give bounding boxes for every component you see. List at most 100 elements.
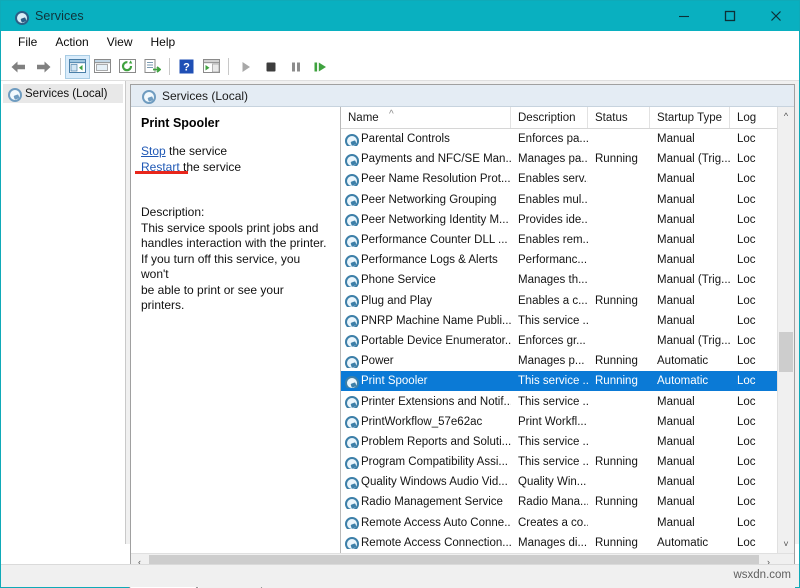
start-service-button[interactable] [233, 55, 258, 79]
cell-log-on-as: Loc [737, 294, 756, 307]
service-name-label: Printer Extensions and Notif... [361, 395, 511, 408]
table-row[interactable]: Performance Logs & Alerts Performanc... Ma… [341, 250, 777, 270]
cell-startup-type: Automatic [657, 355, 709, 368]
menu-view[interactable]: View [98, 34, 142, 50]
cell-log-on-as: Loc [737, 173, 756, 186]
table-row[interactable]: Peer Networking Identity M... Provides id… [341, 210, 777, 230]
cell-startup-type: Manual (Trig... [657, 153, 730, 166]
cell-log-on-as: Loc [737, 314, 756, 327]
column-header-status-label: Status [595, 111, 628, 124]
tree-node-services-local[interactable]: Services (Local) [3, 84, 123, 103]
chevron-up-icon: ^ [389, 109, 394, 120]
column-header-description[interactable]: Description [511, 107, 588, 128]
help-question-icon[interactable]: ? [174, 55, 199, 79]
service-name-label: Payments and NFC/SE Man... [361, 153, 511, 166]
table-row[interactable]: Remote Access Auto Conne... Creates a co.… [341, 513, 777, 533]
cell-name: Phone Service [341, 274, 511, 287]
cell-log-on-as: Loc [737, 153, 756, 166]
show-action-pane-button[interactable] [199, 55, 224, 79]
stop-service-action[interactable]: Stop the service [141, 144, 328, 160]
table-row[interactable]: Quality Windows Audio Vid... Quality Win.… [341, 472, 777, 492]
table-row[interactable]: Program Compatibility Assi... This servic… [341, 452, 777, 472]
service-gear-icon [344, 153, 359, 166]
cell-startup-type: Manual [657, 395, 695, 408]
table-row[interactable]: Printer Extensions and Notif... This serv… [341, 391, 777, 411]
description-line-4: be able to print or see your printers. [141, 282, 284, 313]
cell-startup-type: Manual [657, 314, 695, 327]
scroll-down-icon[interactable]: ˅ [778, 536, 794, 553]
service-gear-icon [344, 193, 359, 207]
service-gear-icon [344, 435, 359, 449]
cell-log-on-as: Loc [737, 536, 756, 549]
cell-status: Running [595, 294, 638, 307]
stop-service-button[interactable] [258, 55, 283, 79]
restart-service-button[interactable] [308, 55, 333, 79]
cell-startup-type: Manual [657, 476, 695, 489]
vertical-scrollbar-thumb[interactable] [779, 332, 793, 372]
properties-window-button[interactable] [90, 55, 115, 79]
vertical-scrollbar[interactable]: ^ ˅ [777, 107, 794, 553]
table-row[interactable]: Phone Service Manages th... Manual (Trig..… [341, 270, 777, 290]
table-row[interactable]: Print Spooler This service ... Running Auto… [341, 371, 777, 392]
minimize-icon[interactable] [661, 1, 707, 31]
table-row[interactable]: Radio Management Service Radio Mana... Run… [341, 492, 777, 512]
menu-bar: File Action View Help [1, 31, 799, 53]
pause-service-button[interactable] [283, 55, 308, 79]
cell-startup-type: Manual [657, 193, 695, 206]
cell-name: Performance Logs & Alerts [341, 254, 511, 267]
cell-status: Running [595, 375, 638, 388]
table-row[interactable]: Portable Device Enumerator... Enforces gr… [341, 331, 777, 351]
maximize-icon[interactable] [707, 1, 753, 31]
cell-log-on-as: Loc [737, 355, 756, 368]
services-gear-icon [141, 89, 156, 104]
cell-startup-type: Manual [657, 456, 695, 469]
cell-log-on-as: Loc [737, 193, 756, 206]
column-header-status[interactable]: Status [588, 107, 650, 128]
back-button[interactable] [6, 55, 31, 79]
menu-help[interactable]: Help [142, 34, 185, 50]
table-row[interactable]: Peer Name Resolution Prot... Enables serv… [341, 169, 777, 189]
table-row[interactable]: PNRP Machine Name Publi... This service .… [341, 311, 777, 331]
close-icon[interactable] [753, 1, 799, 31]
table-row[interactable]: Peer Networking Grouping Enables mul... Ma… [341, 190, 777, 210]
menu-file[interactable]: File [9, 34, 46, 50]
table-row[interactable]: Remote Access Connection... Manages di...… [341, 533, 777, 553]
status-bar: wsxdn.com [1, 564, 799, 587]
tree-node-label: Services (Local) [25, 87, 108, 100]
cell-description: Enforces pa... [518, 133, 588, 146]
cell-startup-type: Manual [657, 133, 695, 146]
scroll-up-icon[interactable]: ^ [778, 107, 794, 124]
menu-action[interactable]: Action [46, 34, 97, 50]
forward-button[interactable] [31, 55, 56, 79]
table-row[interactable]: PrintWorkflow_57e62ac Print Workfl... Manu… [341, 412, 777, 432]
column-header-name[interactable]: Name ^ [341, 107, 511, 128]
cell-name: Peer Networking Identity M... [341, 213, 511, 227]
restart-highlight-annotation [135, 171, 188, 174]
table-row[interactable]: Performance Counter DLL ... Enables rem..… [341, 230, 777, 250]
service-name-label: Performance Logs & Alerts [361, 254, 498, 267]
cell-log-on-as: Loc [737, 415, 756, 428]
cell-name: Program Compatibility Assi... [341, 456, 511, 469]
cell-status: Running [595, 496, 638, 509]
service-name-label: Peer Name Resolution Prot... [361, 173, 511, 186]
cell-startup-type: Manual [657, 496, 695, 509]
cell-name: Power [341, 355, 511, 368]
column-header-log-on-as[interactable]: Log [730, 107, 770, 128]
window-title: Services [35, 9, 84, 23]
table-row[interactable]: Problem Reports and Soluti... This servic… [341, 432, 777, 452]
refresh-button[interactable] [115, 55, 140, 79]
cell-name: Remote Access Auto Conne... [341, 516, 511, 530]
column-header-startup-type[interactable]: Startup Type [650, 107, 730, 128]
cell-log-on-as: Loc [737, 516, 756, 529]
table-row[interactable]: Payments and NFC/SE Man... Manages pa... R… [341, 149, 777, 169]
table-row[interactable]: Power Manages p... Running Automatic Loc [341, 351, 777, 371]
export-list-button[interactable] [140, 55, 165, 79]
stop-link[interactable]: Stop [141, 144, 166, 158]
cell-description: Creates a co... [518, 516, 588, 529]
table-row[interactable]: Plug and Play Enables a c... Running Manual… [341, 291, 777, 311]
show-hide-console-tree-button[interactable] [65, 54, 90, 79]
table-row[interactable]: Parental Controls Enforces pa... Manual Loc [341, 129, 777, 149]
watermark-label: wsxdn.com [733, 569, 791, 581]
service-gear-icon [344, 355, 359, 368]
service-gear-icon [344, 213, 359, 227]
